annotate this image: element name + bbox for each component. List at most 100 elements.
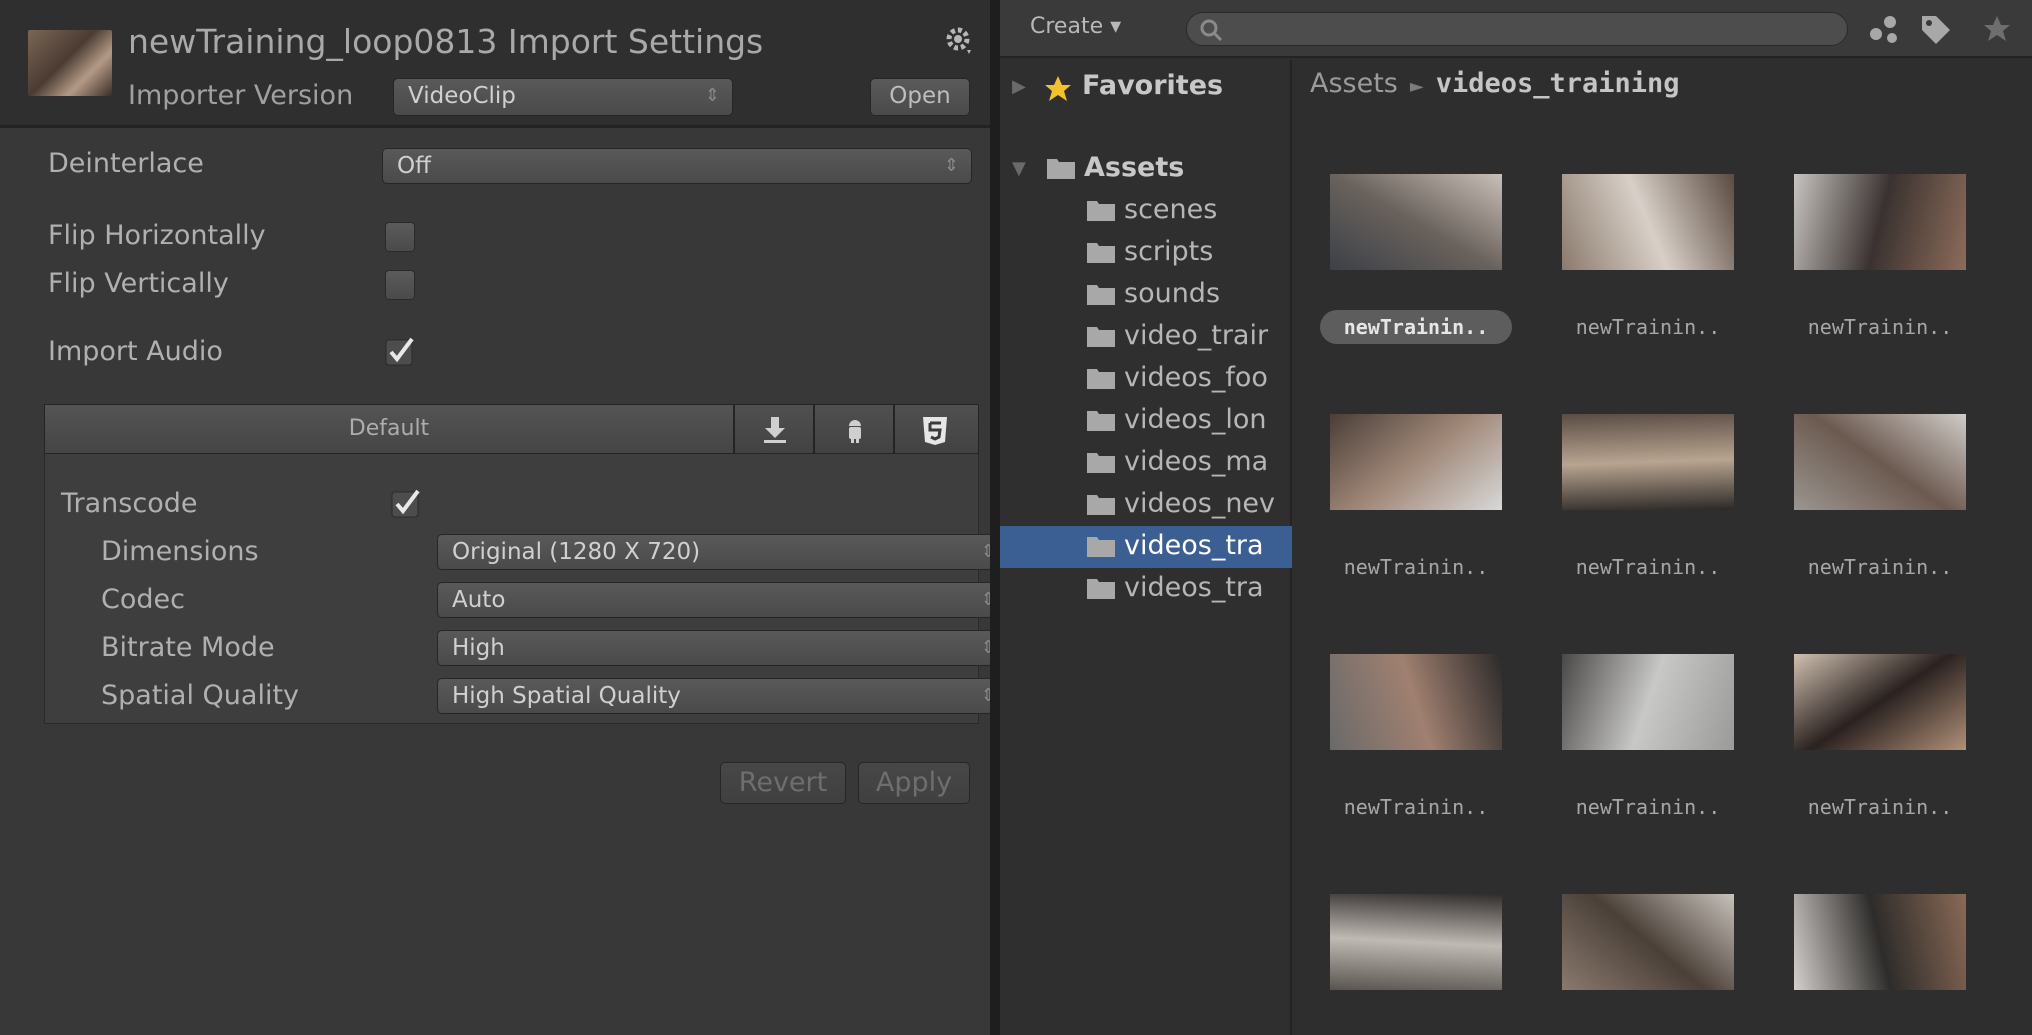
asset-item-video-clip[interactable]: newTrainin.. (1540, 590, 1740, 820)
folder-icon (1087, 453, 1115, 473)
folder-label: videos_lon (1124, 404, 1267, 435)
asset-thumbnail (28, 30, 112, 96)
tree-item-folder[interactable]: videos_tra (1000, 568, 1292, 610)
checkmark-icon (385, 337, 414, 366)
tree-item-folder[interactable]: videos_ma (1000, 442, 1292, 484)
asset-label: newTrainin.. (1575, 555, 1721, 579)
folder-label: videos_nev (1124, 488, 1276, 519)
filter-by-label-icon[interactable] (1920, 14, 1952, 44)
flip-vertically-checkbox[interactable] (385, 270, 415, 300)
asset-item-video-clip[interactable]: newTrainin.. (1308, 590, 1508, 820)
video-thumbnail (1562, 174, 1734, 270)
tab-android[interactable] (814, 404, 894, 454)
foldout-right-icon[interactable]: ▶ (1012, 76, 1026, 97)
tree-item-folder[interactable]: scripts (1000, 232, 1292, 274)
folder-label: videos_foo (1124, 362, 1268, 393)
folder-label: videos_ma (1124, 446, 1269, 477)
revert-button[interactable]: Revert (720, 762, 846, 804)
breadcrumb-current[interactable]: videos_training (1436, 68, 1680, 99)
video-thumbnail (1330, 174, 1502, 270)
tree-item-folder[interactable]: videos_lon (1000, 400, 1292, 442)
asset-item-video-clip[interactable]: newTrainin.. (1772, 590, 1972, 820)
folder-label: scripts (1124, 236, 1214, 267)
asset-item-video-clip[interactable]: newTrainin.. (1308, 350, 1508, 580)
asset-label: newTrainin.. (1575, 795, 1721, 819)
spatial-quality-dropdown[interactable]: High Spatial Quality ⇕ (437, 678, 1009, 714)
tree-item-assets[interactable]: ▼ Assets (1000, 148, 1292, 190)
tab-standalone[interactable] (734, 404, 814, 454)
asset-item-video-clip[interactable] (1540, 830, 1740, 1035)
foldout-down-icon[interactable]: ▼ (1012, 158, 1026, 179)
video-thumbnail (1562, 654, 1734, 750)
apply-button[interactable]: Apply (858, 762, 970, 804)
asset-item-video-clip[interactable]: newTrainin.. (1540, 350, 1740, 580)
tree-item-folder[interactable]: videos_foo (1000, 358, 1292, 400)
transcode-label: Transcode (61, 488, 198, 519)
create-button[interactable]: Create ▾ (1030, 14, 1121, 39)
tab-default-platform[interactable]: Default (44, 404, 734, 454)
asset-label: newTrainin.. (1807, 795, 1953, 819)
star-icon (1045, 76, 1071, 101)
flip-horizontally-checkbox[interactable] (385, 222, 415, 252)
inspector-panel: newTraining_loop0813 Import Settings Imp… (0, 0, 1009, 1035)
project-window: Create ▾ ▶ Favorites ▼ Assets scenes scr… (1000, 0, 2032, 1035)
folder-label: video_trair (1124, 320, 1269, 351)
import-audio-checkbox[interactable] (385, 336, 415, 366)
folder-label: scenes (1124, 194, 1218, 225)
tree-item-folder[interactable]: scenes (1000, 190, 1292, 232)
folder-tree: ▶ Favorites ▼ Assets scenes scripts sounds… (1000, 60, 1292, 1035)
asset-item-video-clip[interactable]: newTrainin.. (1540, 110, 1740, 340)
filter-by-type-icon[interactable] (1868, 14, 1900, 44)
asset-item-video-clip[interactable]: newTrainin.. (1308, 110, 1512, 344)
video-thumbnail (1330, 894, 1502, 990)
bitrate-mode-label: Bitrate Mode (101, 632, 275, 663)
tree-item-favorites[interactable]: ▶ Favorites (1000, 66, 1292, 108)
asset-item-video-clip[interactable] (1772, 830, 1972, 1035)
folder-label: videos_tra (1124, 572, 1264, 603)
video-thumbnail (1794, 894, 1966, 990)
asset-item-video-clip[interactable]: newTrainin.. (1772, 350, 1972, 580)
spatial-quality-label: Spatial Quality (101, 680, 300, 711)
importer-version-dropdown[interactable]: VideoClip ⇕ (393, 78, 733, 116)
inspector-header: newTraining_loop0813 Import Settings Imp… (0, 0, 990, 128)
transcode-checkbox[interactable] (391, 488, 421, 518)
breadcrumb-root[interactable]: Assets (1310, 68, 1398, 99)
folder-icon (1087, 285, 1115, 305)
dimensions-dropdown[interactable]: Original (1280 X 720) ⇕ (437, 534, 1009, 570)
video-thumbnail (1562, 894, 1734, 990)
folder-icon (1087, 369, 1115, 389)
favorite-star-icon[interactable] (1982, 14, 2012, 44)
asset-item-video-clip[interactable]: newTrainin.. (1772, 110, 1972, 340)
search-icon (1200, 19, 1223, 42)
search-input[interactable] (1186, 12, 1848, 46)
dimensions-value: Original (1280 X 720) (452, 539, 701, 565)
assets-label: Assets (1084, 152, 1185, 183)
tab-webgl[interactable] (894, 404, 979, 454)
tree-item-folder[interactable]: video_trair (1000, 316, 1292, 358)
gear-icon[interactable] (945, 26, 975, 56)
html5-icon (923, 417, 947, 445)
breadcrumb: Assets ► videos_training (1310, 68, 1680, 99)
open-button[interactable]: Open (870, 78, 970, 116)
video-thumbnail (1794, 174, 1966, 270)
spatial-quality-value: High Spatial Quality (452, 683, 681, 709)
tree-item-folder[interactable]: videos_nev (1000, 484, 1292, 526)
bitrate-mode-dropdown[interactable]: High ⇕ (437, 630, 1009, 666)
breadcrumb-separator-icon: ► (1409, 76, 1424, 97)
asset-label: newTrainin.. (1807, 555, 1953, 579)
video-thumbnail (1794, 414, 1966, 510)
codec-label: Codec (101, 584, 185, 615)
video-thumbnail (1562, 414, 1734, 510)
asset-item-video-clip[interactable] (1308, 830, 1508, 1035)
flip-vertically-label: Flip Vertically (48, 268, 229, 299)
asset-grid: newTrainin.. newTrainin.. newTrainin.. newT… (1292, 110, 2032, 1035)
folder-label: videos_tra (1124, 530, 1264, 561)
codec-dropdown[interactable]: Auto ⇕ (437, 582, 1009, 618)
panel-splitter[interactable] (990, 0, 1000, 1035)
tree-item-folder[interactable]: videos_tra (1000, 526, 1292, 568)
deinterlace-dropdown[interactable]: Off ⇕ (382, 148, 972, 184)
video-thumbnail (1330, 414, 1502, 510)
android-icon (849, 420, 861, 443)
tree-item-folder[interactable]: sounds (1000, 274, 1292, 316)
flip-horizontally-label: Flip Horizontally (48, 220, 266, 251)
